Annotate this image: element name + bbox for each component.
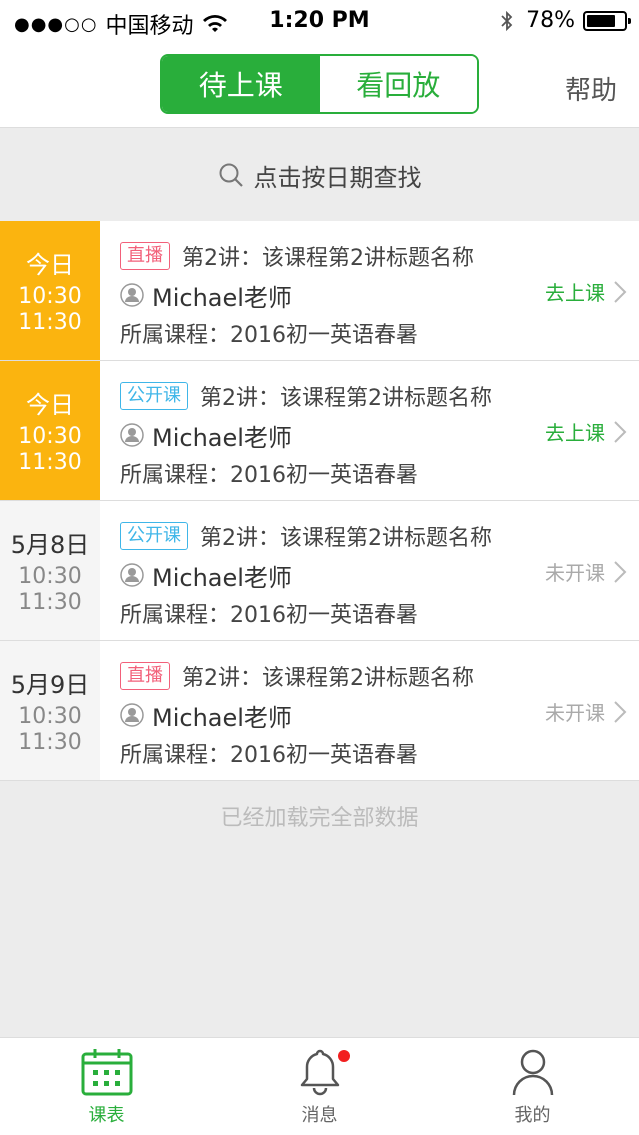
teacher-name: Michael老师	[152, 423, 292, 452]
help-button[interactable]: 帮助	[565, 70, 617, 107]
lesson-end-time: 11:30	[18, 310, 82, 335]
lesson-action[interactable]: 未开课	[545, 557, 627, 586]
lesson-title: 第2讲：该课程第2讲标题名称	[200, 386, 492, 411]
lesson-action[interactable]: 去上课	[545, 277, 627, 306]
battery-level	[587, 14, 616, 27]
bluetooth-icon	[501, 10, 513, 31]
tab-messages[interactable]: 消息	[213, 1038, 426, 1135]
person-icon	[512, 1049, 553, 1095]
lesson-day: 今日	[26, 251, 74, 279]
lesson-day: 5月9日	[10, 671, 90, 699]
lesson-start-time: 10:30	[18, 284, 82, 309]
list-end-message: 已经加载完全部数据	[220, 806, 419, 831]
lesson-type-badge: 直播	[120, 662, 170, 690]
bottom-tab-bar: 课表 消息 我的	[0, 1037, 639, 1135]
lesson-day: 今日	[26, 391, 74, 419]
teacher-avatar-icon	[120, 703, 144, 727]
search-placeholder: 点击按日期查找	[253, 163, 422, 192]
teacher-avatar-icon	[120, 283, 144, 307]
tab-messages-label: 消息	[301, 1104, 338, 1126]
lesson-action[interactable]: 去上课	[545, 417, 627, 446]
tab-profile[interactable]: 我的	[426, 1038, 639, 1135]
lesson-start-time: 10:30	[18, 424, 82, 449]
lesson-end-time: 11:30	[18, 450, 82, 475]
lesson-title: 第2讲：该课程第2讲标题名称	[182, 246, 474, 271]
header: 待上课 看回放 帮助	[0, 42, 639, 128]
lesson-course: 所属课程：2016初一英语春暑	[120, 603, 418, 628]
status-bar: ●●●○○ 中国移动 1:20 PM 78%	[0, 0, 639, 42]
lesson-action[interactable]: 未开课	[545, 697, 627, 726]
tab-schedule-label: 课表	[88, 1104, 125, 1126]
lesson-row[interactable]: 5月9日 10:30 11:30 直播 第2讲：该课程第2讲标题名称 Micha…	[0, 641, 639, 781]
chevron-right-icon	[614, 420, 627, 443]
lesson-title: 第2讲：该课程第2讲标题名称	[200, 526, 492, 551]
chevron-right-icon	[614, 700, 627, 723]
battery-percent: 78%	[526, 8, 575, 33]
lesson-type-badge: 公开课	[120, 522, 188, 550]
lesson-list: 今日 10:30 11:30 直播 第2讲：该课程第2讲标题名称 Michael…	[0, 221, 639, 781]
teacher-name: Michael老师	[152, 563, 292, 592]
battery-icon	[583, 10, 631, 31]
teacher-name: Michael老师	[152, 283, 292, 312]
tab-profile-label: 我的	[514, 1104, 551, 1126]
lesson-day: 5月8日	[10, 531, 90, 559]
notification-badge	[337, 1050, 350, 1062]
teacher-avatar-icon	[120, 423, 144, 447]
lesson-course: 所属课程：2016初一英语春暑	[120, 463, 418, 488]
lesson-action-label: 去上课	[545, 421, 605, 445]
lesson-action-label: 未开课	[545, 561, 605, 585]
lesson-action-label: 未开课	[545, 701, 605, 725]
lesson-course: 所属课程：2016初一英语春暑	[120, 323, 418, 348]
teacher-name: Michael老师	[152, 703, 292, 732]
lesson-row[interactable]: 5月8日 10:30 11:30 公开课 第2讲：该课程第2讲标题名称 Mich…	[0, 501, 639, 641]
lesson-action-label: 去上课	[545, 281, 605, 305]
chevron-right-icon	[614, 560, 627, 583]
lesson-title: 第2讲：该课程第2讲标题名称	[182, 666, 474, 691]
search-icon	[219, 163, 243, 187]
lesson-row[interactable]: 今日 10:30 11:30 公开课 第2讲：该课程第2讲标题名称 Michae…	[0, 361, 639, 501]
lesson-date: 今日 10:30 11:30	[0, 361, 100, 500]
lesson-row[interactable]: 今日 10:30 11:30 直播 第2讲：该课程第2讲标题名称 Michael…	[0, 221, 639, 361]
lesson-type-badge: 公开课	[120, 382, 188, 410]
tab-upcoming[interactable]: 待上课	[162, 56, 320, 112]
calendar-icon	[81, 1048, 132, 1095]
lesson-end-time: 11:30	[18, 730, 82, 755]
segmented-control: 待上课 看回放	[160, 54, 479, 114]
date-search-bar[interactable]: 点击按日期查找	[0, 129, 639, 221]
lesson-course: 所属课程：2016初一英语春暑	[120, 743, 418, 768]
lesson-start-time: 10:30	[18, 704, 82, 729]
chevron-right-icon	[614, 280, 627, 303]
teacher-avatar-icon	[120, 563, 144, 587]
tab-replay[interactable]: 看回放	[319, 56, 477, 112]
lesson-type-badge: 直播	[120, 242, 170, 270]
lesson-date: 5月9日 10:30 11:30	[0, 641, 100, 780]
lesson-start-time: 10:30	[18, 564, 82, 589]
lesson-date: 5月8日 10:30 11:30	[0, 501, 100, 640]
lesson-date: 今日 10:30 11:30	[0, 221, 100, 360]
lesson-end-time: 11:30	[18, 590, 82, 615]
tab-schedule[interactable]: 课表	[0, 1038, 213, 1135]
